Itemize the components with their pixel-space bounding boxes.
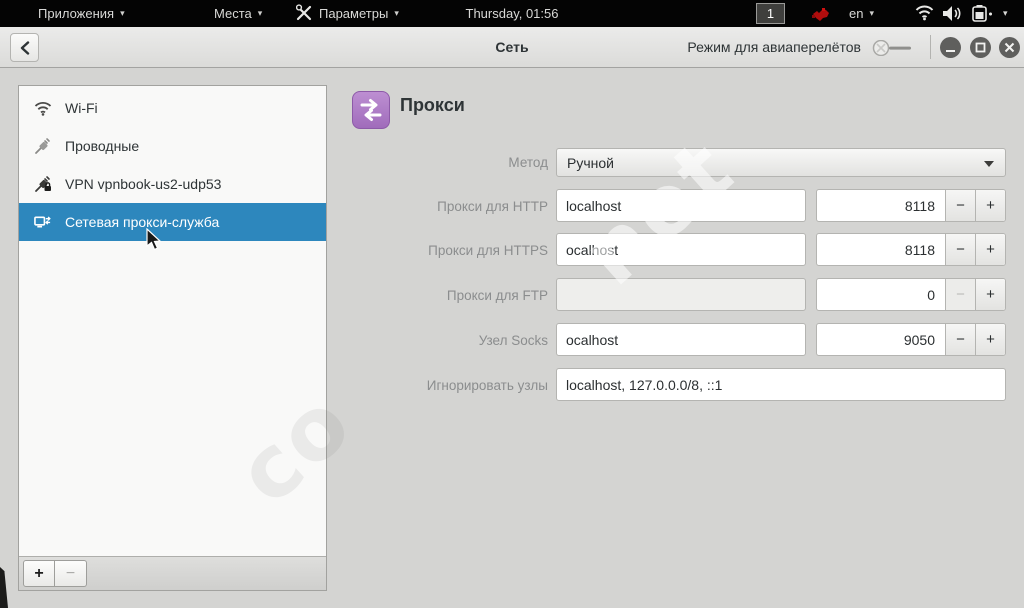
maximize-icon: [975, 42, 986, 53]
headerbar-separator: [930, 35, 931, 59]
ftp-proxy-label: Прокси для FTP: [446, 288, 548, 303]
socks-port-value[interactable]: 9050: [817, 324, 945, 355]
applications-menu-label: Приложения: [38, 6, 115, 21]
clock[interactable]: Thursday, 01:56: [466, 0, 559, 27]
places-menu[interactable]: Места ▾: [214, 0, 262, 27]
airplane-mode-label: Режим для авиаперелётов: [687, 39, 861, 55]
sidebar-item-label: Проводные: [65, 138, 140, 154]
https-port-spinner: 8118 − +: [816, 233, 1006, 266]
ignore-hosts-input[interactable]: [556, 368, 1006, 401]
ftp-port-spinner: 0 − +: [816, 278, 1006, 311]
battery-icon: [972, 5, 996, 25]
system-menu-chevron-icon[interactable]: ▾: [1003, 0, 1008, 27]
minimize-button[interactable]: [940, 37, 961, 58]
chevron-down-icon: ▾: [394, 8, 399, 18]
wifi-icon: [34, 99, 52, 117]
page-title: Сеть: [495, 39, 529, 55]
dropdown-arrow-icon: [984, 161, 994, 167]
sidebar-item-label: Сетевая прокси-служба: [65, 214, 220, 230]
places-menu-label: Места: [214, 6, 252, 21]
top-panel: Приложения ▾ Места ▾ Параметры ▾ Thursda…: [0, 0, 1024, 27]
back-chevron-icon: [20, 40, 29, 55]
sidebar-item-vpn[interactable]: VPN vpnbook-us2-udp53: [19, 165, 326, 203]
http-port-decrement-button[interactable]: −: [945, 190, 975, 221]
chevron-down-icon: ▾: [257, 8, 263, 18]
close-icon: [1004, 42, 1015, 53]
http-port-value[interactable]: 8118: [817, 190, 945, 221]
add-connection-button[interactable]: +: [23, 560, 55, 587]
http-port-increment-button[interactable]: +: [975, 190, 1005, 221]
sidebar-item-label: VPN vpnbook-us2-udp53: [65, 176, 222, 192]
sidebar-item-wired[interactable]: Проводные: [19, 127, 326, 165]
maximize-button[interactable]: [970, 37, 991, 58]
socks-host-input[interactable]: [556, 323, 806, 356]
socks-port-decrement-button[interactable]: −: [945, 324, 975, 355]
wired-plug-icon: [34, 137, 52, 155]
workspace-indicator[interactable]: 1: [756, 3, 785, 24]
chevron-down-icon: ▾: [869, 8, 874, 18]
connection-list: Wi-Fi Проводные VPN vpnbook-us2-udp53 Се…: [19, 86, 326, 556]
wifi-status-icon: [915, 5, 934, 24]
network-proxy-icon: [34, 213, 52, 231]
vpn-lock-icon: [34, 175, 52, 193]
keyboard-layout-label: en: [849, 6, 864, 21]
mouse-cursor: [146, 227, 163, 257]
chevron-down-icon: ▾: [120, 8, 125, 18]
https-proxy-label: Прокси для HTTPS: [428, 243, 548, 258]
method-dropdown[interactable]: Ручной: [556, 148, 1006, 177]
keyboard-layout-indicator[interactable]: en ▾: [849, 0, 874, 27]
http-port-spinner: 8118 − +: [816, 189, 1006, 222]
ftp-host-input[interactable]: [556, 278, 806, 311]
sidebar-item-network-proxy[interactable]: Сетевая прокси-служба: [19, 203, 326, 241]
remove-connection-button[interactable]: −: [55, 560, 87, 587]
applications-menu[interactable]: Приложения ▾: [38, 0, 125, 27]
ftp-port-decrement-button[interactable]: −: [945, 279, 975, 310]
desktop-screen: Приложения ▾ Места ▾ Параметры ▾ Thursda…: [0, 0, 1024, 608]
method-dropdown-value: Ручной: [567, 154, 614, 171]
headerbar: Сеть Режим для авиаперелётов: [0, 27, 1024, 68]
sidebar-item-label: Wi-Fi: [65, 100, 98, 116]
socks-host-label: Узел Socks: [478, 333, 548, 348]
tools-icon: [295, 3, 313, 24]
network-panel-body: Wi-Fi Проводные VPN vpnbook-us2-udp53 Се…: [0, 68, 1024, 608]
socks-port-increment-button[interactable]: +: [975, 324, 1005, 355]
ftp-port-increment-button[interactable]: +: [975, 279, 1005, 310]
https-port-decrement-button[interactable]: −: [945, 234, 975, 265]
sidebar-item-wifi[interactable]: Wi-Fi: [19, 89, 326, 127]
add-remove-group: + −: [23, 560, 87, 587]
back-button[interactable]: [10, 33, 39, 62]
desktop-corner-artifact: [0, 567, 8, 608]
https-host-input[interactable]: [556, 233, 806, 266]
settings-menu-label: Параметры: [319, 6, 389, 21]
socks-port-spinner: 9050 − +: [816, 323, 1006, 356]
sidebar-toolbar: + −: [19, 556, 326, 590]
ignore-hosts-label: Игнорировать узлы: [426, 378, 548, 393]
minimize-icon: [946, 50, 955, 52]
volume-icon: [942, 5, 963, 25]
https-port-increment-button[interactable]: +: [975, 234, 1005, 265]
proxy-app-icon: [352, 91, 390, 129]
http-proxy-label: Прокси для HTTP: [437, 199, 548, 214]
method-label: Метод: [508, 155, 548, 170]
proxy-section-title: Прокси: [400, 95, 465, 115]
close-button[interactable]: [999, 37, 1020, 58]
settings-menu[interactable]: Параметры ▾: [295, 0, 399, 27]
http-host-input[interactable]: [556, 189, 806, 222]
network-sidebar: Wi-Fi Проводные VPN vpnbook-us2-udp53 Се…: [18, 85, 327, 591]
https-port-value[interactable]: 8118: [817, 234, 945, 265]
ftp-port-value[interactable]: 0: [817, 279, 945, 310]
tray-app-icon[interactable]: [810, 6, 832, 22]
airplane-mode-switch[interactable]: [872, 39, 914, 57]
